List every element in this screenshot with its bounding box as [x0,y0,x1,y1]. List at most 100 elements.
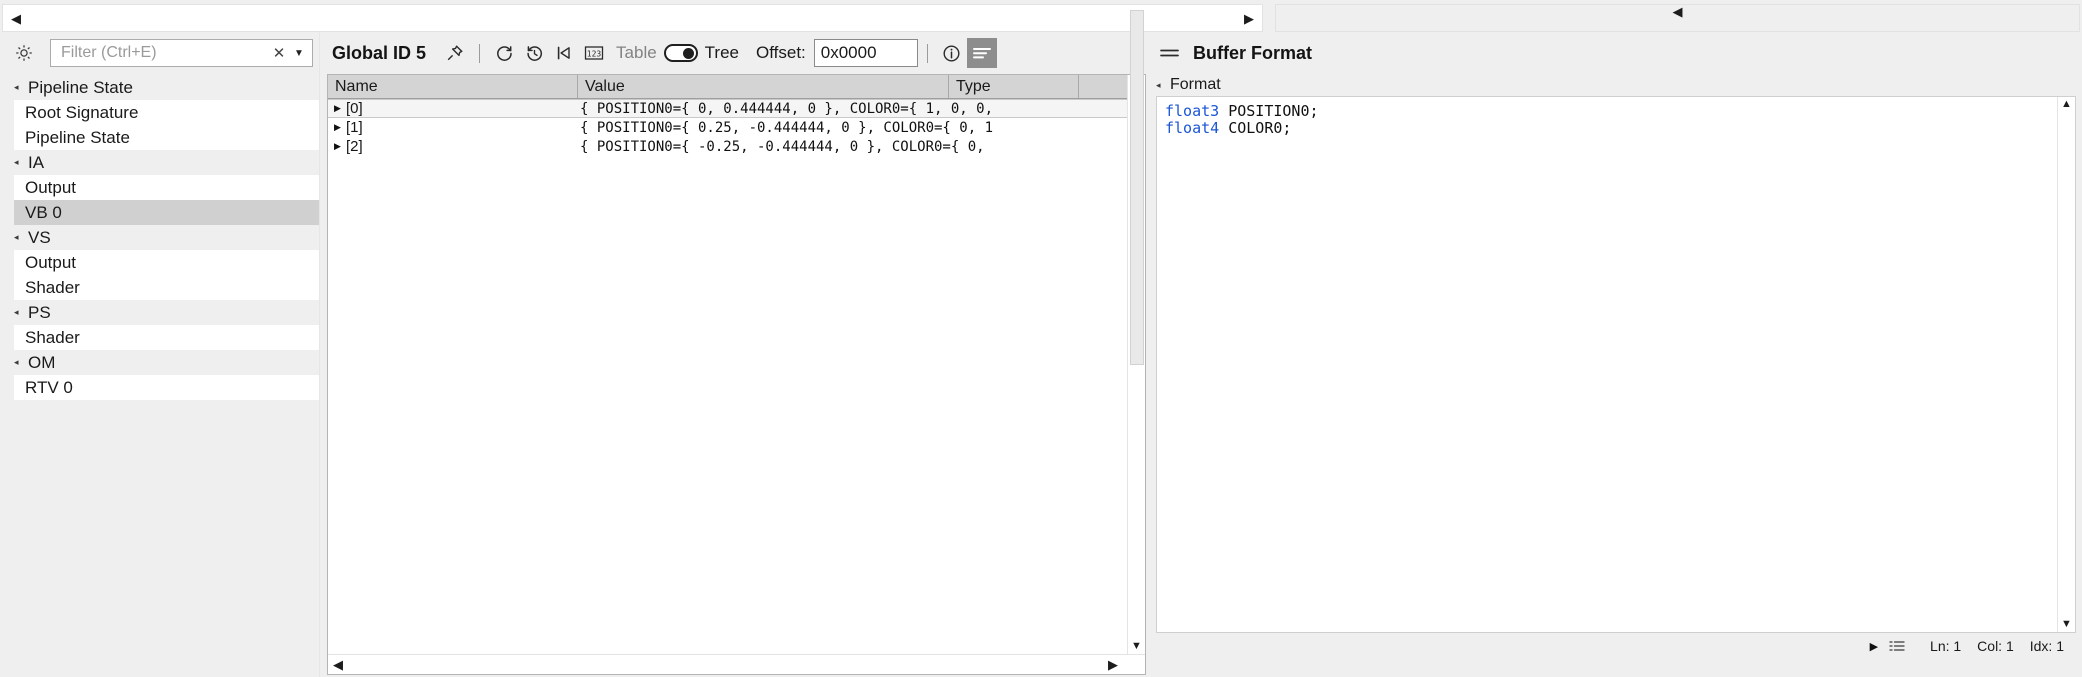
list-icon-wrap[interactable] [1888,639,1922,653]
top-scrollbar-strip: ◀ ▶ ◀ [0,0,2082,32]
table-tree-toggle[interactable] [663,44,698,62]
row-value-cell: { POSITION0={ -0.25, -0.444444, 0 }, COL… [580,138,985,155]
collapse-triangle-icon[interactable]: ◂ [14,308,28,317]
column-header-type[interactable]: Type [949,75,1079,98]
expand-triangle-icon[interactable]: ▶ [334,104,346,113]
scroll-left-arrow-icon[interactable]: ◀ [1665,5,1691,18]
tree-view-label[interactable]: Tree [698,43,746,63]
offset-input[interactable] [813,39,918,67]
panel-bottom-filler [1148,659,2082,677]
refresh-icon [496,45,512,61]
format-lines-icon [972,48,991,59]
grid-horizontal-scrollbar[interactable]: ◀ ▶ [328,654,1145,674]
scroll-left-arrow-icon[interactable]: ◀ [333,658,343,671]
scroll-down-arrow-icon[interactable]: ▼ [1131,641,1142,652]
toolbar-separator [926,43,928,63]
sidebar-item-vs-output[interactable]: Output [14,250,319,275]
scroll-right-arrow-icon[interactable]: ▶ [1108,658,1118,671]
collapse-triangle-icon[interactable]: ◂ [1156,80,1170,90]
type-keyword: float3 [1165,102,1220,120]
sidebar-item-rtv-0[interactable]: RTV 0 [14,375,319,400]
filter-box[interactable]: ✕ ▼ [50,39,313,67]
format-section-header[interactable]: ◂ Format [1148,74,2082,96]
collapse-triangle-icon[interactable]: ◂ [14,83,28,92]
settings-gear-button[interactable] [10,39,38,67]
sidebar-item-ia-output[interactable]: Output [14,175,319,200]
collapse-triangle-icon[interactable]: ◂ [14,358,28,367]
clear-filter-icon[interactable]: ✕ [270,44,288,62]
pin-button[interactable] [440,38,470,68]
sidebar-group-om[interactable]: ◂ OM [0,350,319,375]
info-icon [943,44,960,62]
sidebar-item-pipeline-state[interactable]: Pipeline State [14,125,319,150]
code-lines[interactable]: float3 POSITION0; float4 COLOR0; [1157,97,2057,632]
sidebar-group-children: Output Shader [14,250,319,300]
status-line-number: Ln: 1 [1930,638,1962,654]
format-section-label: Format [1170,76,1221,93]
scroll-down-arrow-icon[interactable]: ▼ [2061,619,2072,630]
sidebar-group-ia[interactable]: ◂ IA [0,150,319,175]
grid-header-row: Name Value Type [328,75,1127,99]
step-back-button[interactable] [549,38,579,68]
expand-arrow-icon[interactable]: ▶ [1860,640,1888,653]
code-vertical-scrollbar[interactable]: ▲ ▼ [2057,97,2075,632]
sidebar-item-label: Output [25,252,77,272]
sidebar-group-pipeline-state[interactable]: ◂ Pipeline State [0,75,319,100]
table-row[interactable]: ▶ [0] { POSITION0={ 0, 0.444444, 0 }, CO… [328,99,1127,118]
menu-lines-icon[interactable] [1159,45,1181,61]
grid-vertical-scrollbar[interactable]: ▲ ▼ [1127,9,1145,654]
table-row[interactable]: ▶ [1] { POSITION0={ 0.25, -0.444444, 0 }… [328,118,1127,137]
step-back-icon [557,46,570,60]
offset-label: Offset: [756,43,806,62]
collapse-triangle-icon[interactable]: ◂ [14,233,28,242]
row-value-cell: { POSITION0={ 0.25, -0.444444, 0 }, COLO… [580,119,994,136]
scroll-up-arrow-icon[interactable]: ▲ [2061,99,2072,110]
row-name-cell[interactable]: ▶ [1] [328,119,578,136]
sidebar-group-vs[interactable]: ◂ VS [0,225,319,250]
table-row[interactable]: ▶ [2] { POSITION0={ -0.25, -0.444444, 0 … [328,137,1127,156]
filter-dropdown-chevron-icon[interactable]: ▼ [288,48,310,59]
sidebar-toolbar: ✕ ▼ [0,32,319,74]
gear-icon [16,45,32,61]
history-button[interactable] [519,38,549,68]
left-horizontal-scrollbar[interactable]: ◀ ▶ [2,4,1263,32]
graphics-debugger-window: ◀ ▶ ◀ ✕ [0,0,2082,677]
grid-body-row: Name Value Type ▶ [0] { POSITION0={0, 0… [328,9,1145,654]
sidebar-item-label: RTV 0 [25,377,73,397]
filter-input[interactable] [59,43,270,63]
sidebar-item-vb-0[interactable]: VB 0 [14,200,319,225]
refresh-button[interactable] [489,38,519,68]
scroll-left-arrow-icon[interactable]: ◀ [3,12,29,25]
right-horizontal-scrollbar[interactable]: ◀ [1275,4,2080,32]
numeric-format-button[interactable]: 123 [579,38,609,68]
format-lines-button[interactable] [966,38,997,68]
expand-triangle-icon[interactable]: ▶ [334,142,346,151]
status-index-number: Idx: 1 [2029,638,2064,654]
sidebar-group-label: PS [28,302,51,322]
format-code-editor[interactable]: float3 POSITION0; float4 COLOR0; ▲ ▼ [1156,96,2076,633]
sidebar-item-label: Output [25,177,77,197]
row-name-cell[interactable]: ▶ [0] [328,100,578,117]
expand-triangle-icon[interactable]: ▶ [334,123,346,132]
buffer-format-panel: Buffer Format ◂ Format float3 POSITION0;… [1148,32,2082,677]
collapse-triangle-icon[interactable]: ◂ [14,158,28,167]
scrollbar-thumb[interactable] [1129,9,1144,365]
sidebar-group-label: VS [28,227,51,247]
column-header-name[interactable]: Name [328,75,578,98]
grid-columns: Name Value Type ▶ [0] { POSITION0={0, 0… [328,75,1127,654]
sidebar-group-children: RTV 0 [14,375,319,400]
sidebar-item-ps-shader[interactable]: Shader [14,325,319,350]
table-view-label[interactable]: Table [609,43,664,63]
sidebar-item-root-signature[interactable]: Root Signature [14,100,319,125]
code-line: float3 POSITION0; [1165,103,2057,120]
panel-title: Buffer Format [1193,42,1313,63]
row-name-cell[interactable]: ▶ [2] [328,138,578,155]
info-button[interactable] [937,38,967,68]
column-header-value[interactable]: Value [578,75,949,98]
scroll-right-arrow-icon[interactable]: ▶ [1236,12,1262,25]
column-header-filler [1079,75,1127,98]
sidebar-group-ps[interactable]: ◂ PS [0,300,319,325]
buffer-format-header: Buffer Format [1148,32,2082,74]
sidebar-item-vs-shader[interactable]: Shader [14,275,319,300]
buffer-viewer-panel: Global ID 5 123 Table Tree Offset: 0x000… [319,9,1148,677]
